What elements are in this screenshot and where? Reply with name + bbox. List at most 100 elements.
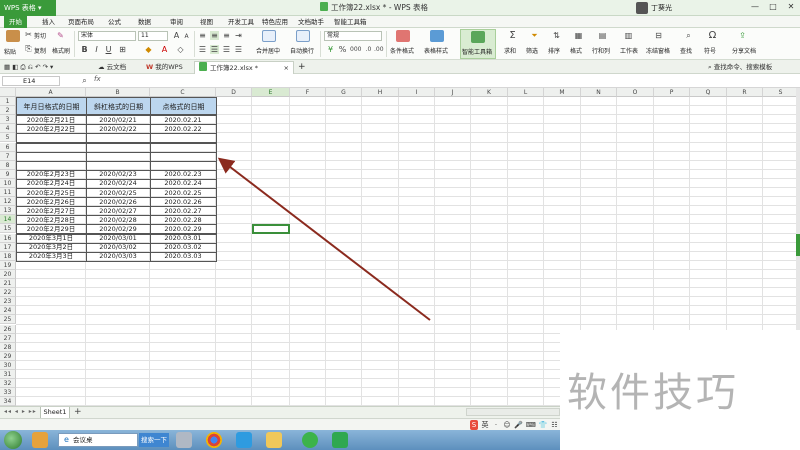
column-header-l[interactable]: L bbox=[508, 88, 544, 97]
table-cell[interactable]: 2020/02/22 bbox=[86, 125, 150, 134]
ime-lang[interactable]: 英 bbox=[481, 420, 489, 430]
select-all-corner[interactable] bbox=[0, 88, 16, 97]
sort-button[interactable]: 排序 bbox=[548, 46, 560, 55]
table-cell[interactable]: 2020/03/03 bbox=[86, 252, 150, 261]
column-header-b[interactable]: B bbox=[86, 88, 150, 97]
column-header-a[interactable]: A bbox=[16, 88, 86, 97]
row-col-button[interactable]: 行和列 bbox=[592, 46, 610, 55]
table-cell[interactable]: 2020.02.23 bbox=[150, 170, 216, 179]
app-menu-button[interactable]: WPS 表格 ▾ bbox=[0, 0, 56, 16]
table-cell[interactable]: 2020/02/28 bbox=[86, 216, 150, 225]
brush-icon[interactable]: ✎ bbox=[56, 31, 65, 40]
merge-center-button[interactable]: 合并居中 bbox=[256, 46, 280, 55]
tab-insert[interactable]: 插入 bbox=[42, 16, 55, 28]
share-button[interactable]: 分享文档 bbox=[732, 46, 756, 55]
table-cell[interactable]: 2020.02.21 bbox=[150, 116, 216, 125]
row-header-10[interactable]: 10 bbox=[0, 178, 16, 188]
underline-icon[interactable]: U bbox=[104, 45, 113, 54]
row-header-34[interactable]: 34 bbox=[0, 397, 16, 406]
font-size-select[interactable]: 11 bbox=[138, 31, 168, 41]
sum-icon[interactable]: Σ bbox=[508, 31, 517, 41]
table-cell[interactable]: 2020.03.03 bbox=[150, 252, 216, 261]
wps-spreadsheet-icon[interactable] bbox=[332, 432, 348, 448]
wrap-text-icon[interactable] bbox=[296, 30, 310, 42]
maximize-button[interactable]: □ bbox=[768, 2, 778, 12]
find-button[interactable]: 查找 bbox=[680, 46, 692, 55]
row-header-32[interactable]: 32 bbox=[0, 379, 16, 389]
user-account[interactable]: 丁葵光 bbox=[636, 1, 672, 15]
chrome-icon[interactable] bbox=[206, 432, 222, 448]
table-header-cell[interactable]: 点格式的日期 bbox=[150, 97, 217, 116]
table-cell[interactable]: 2020/02/21 bbox=[86, 116, 150, 125]
table-cell[interactable]: 2020年2月23日 bbox=[16, 170, 86, 179]
start-button[interactable] bbox=[4, 431, 22, 449]
tab-doc-assistant[interactable]: 文档助手 bbox=[298, 16, 324, 28]
table-cell[interactable]: 2020.02.29 bbox=[150, 225, 216, 234]
table-cell[interactable]: 2020.02.25 bbox=[150, 189, 216, 198]
format-painter-button[interactable]: 格式刷 bbox=[52, 46, 70, 55]
table-style-icon[interactable] bbox=[430, 30, 444, 42]
worksheet-icon[interactable]: ▥ bbox=[624, 31, 633, 40]
folder-icon[interactable] bbox=[266, 432, 282, 448]
table-style-button[interactable]: 表格样式 bbox=[424, 46, 448, 55]
table-cell[interactable]: 2020.03.01 bbox=[150, 234, 216, 243]
freeze-panes-button[interactable]: 冻结窗格 bbox=[646, 46, 670, 55]
table-cell[interactable]: 2020/03/01 bbox=[86, 234, 150, 243]
tab-cloud-docs[interactable]: ☁ 云文档 bbox=[94, 61, 130, 74]
skin-icon[interactable]: 👕 bbox=[539, 420, 548, 430]
font-name-select[interactable]: 宋体 bbox=[78, 31, 136, 41]
column-header-d[interactable]: D bbox=[216, 88, 252, 97]
column-header-g[interactable]: G bbox=[326, 88, 362, 97]
row-header-25[interactable]: 25 bbox=[0, 315, 16, 325]
table-cell[interactable]: 2020年2月28日 bbox=[16, 216, 86, 225]
row-col-icon[interactable]: ▤ bbox=[598, 31, 607, 40]
column-header-p[interactable]: P bbox=[654, 88, 690, 97]
emoji-icon[interactable]: ☺ bbox=[503, 420, 511, 430]
tab-data[interactable]: 数据 bbox=[138, 16, 151, 28]
horizontal-scrollbar[interactable] bbox=[466, 408, 560, 416]
row-header-4[interactable]: 4 bbox=[0, 124, 16, 134]
row-header-17[interactable]: 17 bbox=[0, 242, 16, 252]
taskbar-search-button[interactable]: 搜索一下 bbox=[139, 433, 169, 447]
row-header-16[interactable]: 16 bbox=[0, 233, 16, 243]
merge-center-icon[interactable] bbox=[262, 30, 276, 42]
copy-button[interactable]: 复制 bbox=[34, 46, 46, 55]
table-cell[interactable]: 2020.02.28 bbox=[150, 216, 216, 225]
row-header-18[interactable]: 18 bbox=[0, 251, 16, 261]
table-header-cell[interactable]: 斜杠格式的日期 bbox=[86, 97, 151, 116]
row-header-9[interactable]: 9 bbox=[0, 169, 16, 179]
row-header-6[interactable]: 6 bbox=[0, 142, 16, 152]
column-header-c[interactable]: C bbox=[150, 88, 216, 97]
app-icon[interactable] bbox=[32, 432, 48, 448]
table-cell[interactable]: 2020/02/24 bbox=[86, 179, 150, 188]
align-top-icon[interactable]: ≡ bbox=[198, 31, 207, 40]
table-cell[interactable]: 2020年3月2日 bbox=[16, 243, 86, 252]
row-header-30[interactable]: 30 bbox=[0, 360, 16, 370]
row-header-12[interactable]: 12 bbox=[0, 197, 16, 207]
align-middle-icon[interactable]: ≡ bbox=[210, 31, 219, 40]
conditional-format-button[interactable]: 条件格式 bbox=[390, 46, 414, 55]
column-header-h[interactable]: H bbox=[362, 88, 399, 97]
align-bottom-icon[interactable]: ≡ bbox=[222, 31, 231, 40]
row-header-13[interactable]: 13 bbox=[0, 206, 16, 216]
sogou-icon[interactable]: S bbox=[470, 420, 478, 430]
wechat-icon[interactable] bbox=[302, 432, 318, 448]
search-commands-input[interactable]: ⌕ 查找命令、搜索模板 bbox=[708, 60, 772, 74]
fx-icon[interactable]: fx bbox=[94, 75, 101, 83]
clear-format-icon[interactable]: ◇ bbox=[176, 45, 185, 54]
indent-icon[interactable]: ⇥ bbox=[234, 31, 243, 40]
row-header-20[interactable]: 20 bbox=[0, 269, 16, 279]
minimize-button[interactable]: — bbox=[750, 2, 760, 12]
align-center-icon[interactable]: ☰ bbox=[210, 45, 219, 54]
tab-my-wps[interactable]: W 我的WPS bbox=[142, 61, 187, 74]
row-header-21[interactable]: 21 bbox=[0, 279, 16, 288]
table-cell[interactable]: 2020年2月26日 bbox=[16, 198, 86, 207]
column-header-o[interactable]: O bbox=[617, 88, 654, 97]
column-header-q[interactable]: Q bbox=[690, 88, 727, 97]
row-header-5[interactable]: 5 bbox=[0, 133, 16, 143]
align-right-icon[interactable]: ☰ bbox=[222, 45, 231, 54]
tab-view[interactable]: 视图 bbox=[200, 16, 213, 28]
tools-icon[interactable] bbox=[176, 432, 192, 448]
row-header-1[interactable]: 1 bbox=[0, 97, 16, 106]
tab-workbook22[interactable]: 工作簿22.xlsx * × bbox=[194, 61, 294, 74]
